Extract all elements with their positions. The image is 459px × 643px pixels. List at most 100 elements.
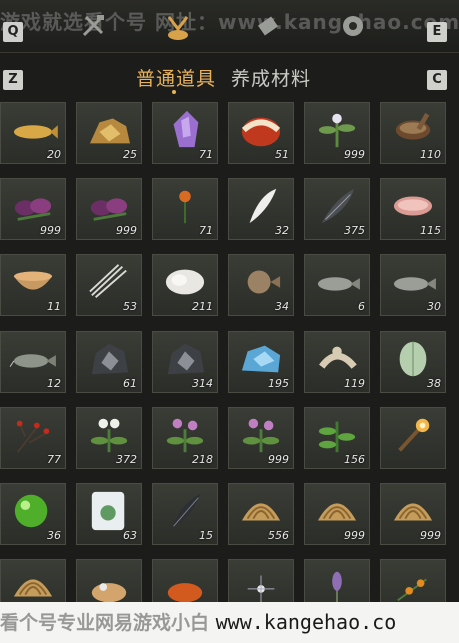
fruit-branch-icon: [397, 578, 427, 602]
item-count: 25: [123, 148, 137, 161]
tab-common-items[interactable]: 普通道具: [136, 64, 216, 91]
inventory-slot[interactable]: 218: [152, 406, 218, 469]
tab-cultivation-materials[interactable]: 养成材料: [231, 64, 311, 91]
pastry-icon: [91, 583, 127, 602]
item-count: 211: [192, 300, 213, 314]
inventory-slot[interactable]: 999: [0, 178, 66, 241]
item-count: 30: [427, 300, 441, 314]
green-orb-icon: [14, 494, 48, 528]
item-count: 32: [275, 224, 289, 238]
inventory-slot[interactable]: 51: [228, 102, 294, 164]
inventory-slot[interactable]: 314: [152, 330, 218, 393]
item-count: 20: [47, 148, 61, 161]
item-count: 999: [116, 224, 137, 238]
inventory-slot[interactable]: 11: [0, 254, 66, 317]
pink-flower-herb-icon: [166, 418, 204, 452]
inventory-slot[interactable]: 15: [152, 483, 218, 545]
item-count: 375: [344, 224, 365, 238]
inventory-slot[interactable]: 999: [76, 178, 142, 241]
key-hint-q[interactable]: Q: [3, 22, 23, 42]
inventory-slot[interactable]: 211: [152, 254, 218, 317]
crossed-tools-icon[interactable]: [78, 10, 108, 42]
item-count: 156: [344, 452, 365, 466]
inventory-slot[interactable]: 71: [152, 102, 218, 164]
category-tabs: 普通道具 养成材料: [0, 62, 459, 94]
inventory-slot[interactable]: [380, 406, 446, 469]
inventory-slot[interactable]: 6: [304, 254, 370, 317]
purple-crystal-icon: [173, 110, 199, 148]
key-hint-e[interactable]: E: [427, 22, 447, 42]
inventory-slot[interactable]: 36: [0, 483, 66, 545]
inventory-slot[interactable]: 71: [152, 178, 218, 241]
item-count: 999: [268, 452, 289, 466]
inventory-slot[interactable]: [0, 559, 66, 602]
inventory-slot[interactable]: 110: [380, 102, 446, 164]
inventory-slot[interactable]: [76, 559, 142, 602]
inventory-slot[interactable]: 556: [228, 483, 294, 545]
inventory-slot[interactable]: 20: [0, 102, 66, 164]
inventory-slot[interactable]: 12: [0, 330, 66, 393]
inventory-slot[interactable]: 30: [380, 254, 446, 317]
item-count: 999: [344, 529, 365, 542]
banner-text: 看个号专业网易游戏小白: [0, 612, 216, 634]
inventory-slot[interactable]: 61: [76, 330, 142, 393]
sparkle-item-icon: [247, 575, 275, 602]
inventory-slot[interactable]: 999: [304, 483, 370, 545]
inventory-slot[interactable]: 25: [76, 102, 142, 164]
black-feather-icon: [171, 493, 201, 529]
item-count: 38: [427, 376, 441, 390]
inventory-slot[interactable]: [304, 559, 370, 602]
item-count: 15: [199, 529, 213, 542]
bowl-icon: [13, 271, 53, 291]
inventory-slot[interactable]: 38: [380, 330, 446, 393]
inventory-slot[interactable]: 999: [304, 102, 370, 164]
mortar-icon: [395, 113, 431, 140]
orange-item-icon: [167, 583, 203, 602]
inventory-slot[interactable]: 372: [76, 406, 142, 469]
dark-ore-icon: [167, 343, 205, 374]
quills-icon: [89, 264, 127, 299]
item-count: 556: [268, 529, 289, 542]
fur-icon: [165, 269, 205, 295]
blue-ore-icon: [241, 345, 281, 372]
shell-icon: [13, 579, 53, 597]
inventory-slot[interactable]: 63: [76, 483, 142, 545]
dark-feather-icon: [321, 189, 355, 224]
item-count: 6: [358, 300, 365, 314]
inventory-slot[interactable]: 195: [228, 330, 294, 393]
gear-icon[interactable]: [338, 10, 368, 42]
grey-fish-icon: [393, 277, 436, 291]
inventory-slot[interactable]: 115: [380, 178, 446, 241]
item-count: 36: [47, 529, 61, 542]
active-tab-indicator: [172, 90, 176, 94]
inventory-grid: 20 25 71 51 999 110 999 999 71 32 375 115 11 53 211 34 6…: [0, 102, 459, 602]
inventory-slot[interactable]: [228, 559, 294, 602]
item-count: 119: [344, 376, 365, 390]
dark-ore-icon: [91, 343, 129, 374]
inventory-slot[interactable]: 156: [304, 406, 370, 469]
inventory-slot[interactable]: 119: [304, 330, 370, 393]
golden-fish-icon: [13, 125, 58, 139]
item-count: 51: [275, 148, 289, 161]
pouch-icon[interactable]: [163, 10, 193, 42]
item-count: 61: [123, 376, 137, 390]
inventory-slot[interactable]: 375: [304, 178, 370, 241]
inventory-slot[interactable]: 53: [76, 254, 142, 317]
item-count: 71: [199, 148, 213, 161]
inventory-slot[interactable]: 32: [228, 178, 294, 241]
watermark: 游戏就选看个号 网址：www.kangehao.com: [0, 10, 459, 34]
inventory-slot[interactable]: [380, 559, 446, 602]
purple-flower-icon: [90, 198, 128, 221]
inventory-slot[interactable]: 77: [0, 406, 66, 469]
inventory-slot[interactable]: 999: [228, 406, 294, 469]
red-berry-branch-icon: [16, 420, 50, 453]
item-count: 115: [420, 224, 441, 238]
scroll-icon[interactable]: [253, 10, 283, 42]
inventory-slot[interactable]: 999: [380, 483, 446, 545]
inventory-slot[interactable]: [152, 559, 218, 602]
item-count: 372: [116, 452, 137, 466]
item-count: 11: [47, 300, 61, 314]
item-count: 77: [47, 452, 61, 466]
item-count: 218: [192, 452, 213, 466]
inventory-slot[interactable]: 34: [228, 254, 294, 317]
